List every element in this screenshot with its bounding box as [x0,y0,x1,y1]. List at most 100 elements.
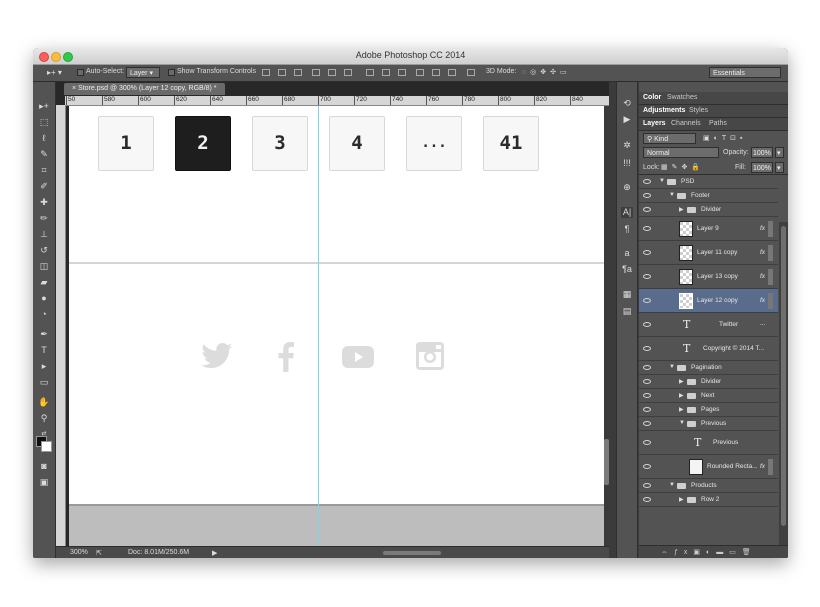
visibility-eye-icon[interactable] [643,497,651,502]
opacity-field[interactable]: 100% [751,147,773,158]
hand-tool-icon[interactable]: ✋ [37,396,51,408]
character-panel-icon[interactable]: A| [621,207,633,218]
expand-arrow-icon[interactable]: ▼ [679,420,685,426]
effects-icon[interactable]: fx [760,297,765,304]
character-styles-icon[interactable]: a [621,248,633,259]
eraser-tool-icon[interactable]: ◫ [37,260,51,272]
tab-styles[interactable]: Styles [689,107,708,114]
effects-icon[interactable]: fx [760,273,765,280]
visibility-eye-icon[interactable] [643,193,651,198]
align-vcenter-icon[interactable] [278,69,286,76]
screen-mode-icon[interactable]: ▣ [37,476,51,488]
zoom-level[interactable]: 300% [70,549,88,556]
export-icon[interactable]: ⇱ [96,549,102,557]
layer-row-psd[interactable]: ▼ PSD [639,175,778,189]
close-tab-icon[interactable]: × [72,85,76,92]
layer-row-footer[interactable]: ▼ Footer [639,189,778,203]
stamp-tool-icon[interactable]: ⊥ [37,228,51,240]
layer-row-pages[interactable]: ▶ Pages [639,403,778,417]
page-button[interactable]: 3 [252,116,308,171]
visibility-eye-icon[interactable] [643,298,651,303]
page-ellipsis[interactable]: ... [406,116,462,171]
collapse-arrow-icon[interactable]: ▶ [679,206,684,213]
gradient-tool-icon[interactable]: ▰ [37,276,51,288]
visibility-eye-icon[interactable] [643,179,651,184]
effects-toggle[interactable] [768,245,773,261]
move-tool-icon[interactable]: ▸+ ▾ [47,68,62,77]
vertical-scrollbar[interactable] [604,106,609,546]
history-panel-icon[interactable]: ⟲ [621,98,633,109]
opacity-arrow-icon[interactable]: ▾ [775,147,784,158]
kind-filter-dropdown[interactable]: ⚲ Kind [643,133,696,144]
layer-row-row2[interactable]: ▶ Row 2 [639,493,778,507]
align-hcenter-icon[interactable] [328,69,336,76]
visibility-eye-icon[interactable] [643,250,651,255]
visibility-eye-icon[interactable] [643,207,651,212]
canvas[interactable]: 1 2 3 4 ... 41 [69,106,604,546]
expand-arrow-icon[interactable]: ▼ [659,178,665,184]
layer-row-copyright[interactable]: T Copyright © 2014 T... [639,337,778,361]
effects-icon[interactable]: fx [760,225,765,232]
layer-row-divider[interactable]: ▶ Divider [639,375,778,389]
shape-tool-icon[interactable]: ▭ [37,376,51,388]
layer-row-layer11copy[interactable]: Layer 11 copy fx [639,241,778,265]
paragraph-styles-icon[interactable]: ¶a [621,264,633,275]
move-tool-icon[interactable]: ▸+ [37,100,51,112]
background-color-swatch[interactable] [41,441,52,452]
lasso-tool-icon[interactable]: ℓ [37,132,51,144]
type-tool-icon[interactable]: T [37,344,51,356]
history-brush-tool-icon[interactable]: ↺ [37,244,51,256]
tab-layers[interactable]: Layers [643,120,666,127]
layer-row-pagination[interactable]: ▼ Pagination [639,361,778,375]
crop-tool-icon[interactable]: ⌗ [37,164,51,176]
zoom-tool-icon[interactable]: ⚲ [37,412,51,424]
layer-row-layer13copy[interactable]: Layer 13 copy fx [639,265,778,289]
effects-toggle[interactable] [768,293,773,309]
layers-scroll-thumb[interactable] [781,226,786,526]
align-right-icon[interactable] [344,69,352,76]
brush-presets-icon[interactable]: ✲ [621,140,633,151]
align-left-icon[interactable] [312,69,320,76]
status-menu-arrow-icon[interactable]: ▶ [212,549,217,557]
layer-row-rounded-rect[interactable]: Rounded Recta... fx [639,455,778,479]
visibility-eye-icon[interactable] [643,274,651,279]
quick-select-tool-icon[interactable]: ✎ [37,148,51,160]
visibility-eye-icon[interactable] [643,322,651,327]
layer-row-layer9[interactable]: Layer 9 fx [639,217,778,241]
expand-arrow-icon[interactable]: ▼ [669,482,675,488]
layer-row-divider[interactable]: ▶ Divider [639,203,778,217]
actions-panel-icon[interactable]: ▶ [621,114,633,125]
vertical-scroll-thumb[interactable] [604,439,609,485]
brush-panel-icon[interactable]: ǃǃǃ [621,158,633,169]
visibility-eye-icon[interactable] [643,483,651,488]
effects-toggle[interactable] [768,269,773,285]
show-transform-checkbox[interactable] [168,69,175,76]
properties-panel-icon[interactable]: ▤ [621,306,633,317]
paragraph-panel-icon[interactable]: ¶ [621,224,633,235]
page-button[interactable]: 4 [329,116,385,171]
info-panel-icon[interactable]: ▦ [621,289,633,300]
workspace-dropdown[interactable]: Essentials [709,67,781,78]
lock-icons[interactable]: ▦✎✥🔒 [661,163,704,171]
effects-toggle[interactable] [768,459,773,475]
collapse-arrow-icon[interactable]: ▶ [679,392,684,399]
blur-tool-icon[interactable]: ● [37,292,51,304]
tab-channels[interactable]: Channels [671,120,701,127]
brush-tool-icon[interactable]: ✏ [37,212,51,224]
effects-icon[interactable]: fx [760,463,765,470]
layer-row-previous-text[interactable]: T Previous [639,431,778,455]
effects-icon[interactable]: fx [760,249,765,256]
visibility-eye-icon[interactable] [643,440,651,445]
visibility-eye-icon[interactable] [643,346,651,351]
quick-mask-icon[interactable]: ◙ [37,460,51,472]
visibility-eye-icon[interactable] [643,464,651,469]
visibility-eye-icon[interactable] [643,226,651,231]
align-top-icon[interactable] [262,69,270,76]
layers-scrollbar[interactable] [779,222,788,545]
expand-arrow-icon[interactable]: ▼ [669,192,675,198]
path-select-tool-icon[interactable]: ▸ [37,360,51,372]
blend-mode-dropdown[interactable]: Normal [643,147,719,158]
distribute-top-icon[interactable] [366,69,374,76]
clone-source-icon[interactable]: ⊕ [621,182,633,193]
fill-field[interactable]: 100% [751,162,773,173]
